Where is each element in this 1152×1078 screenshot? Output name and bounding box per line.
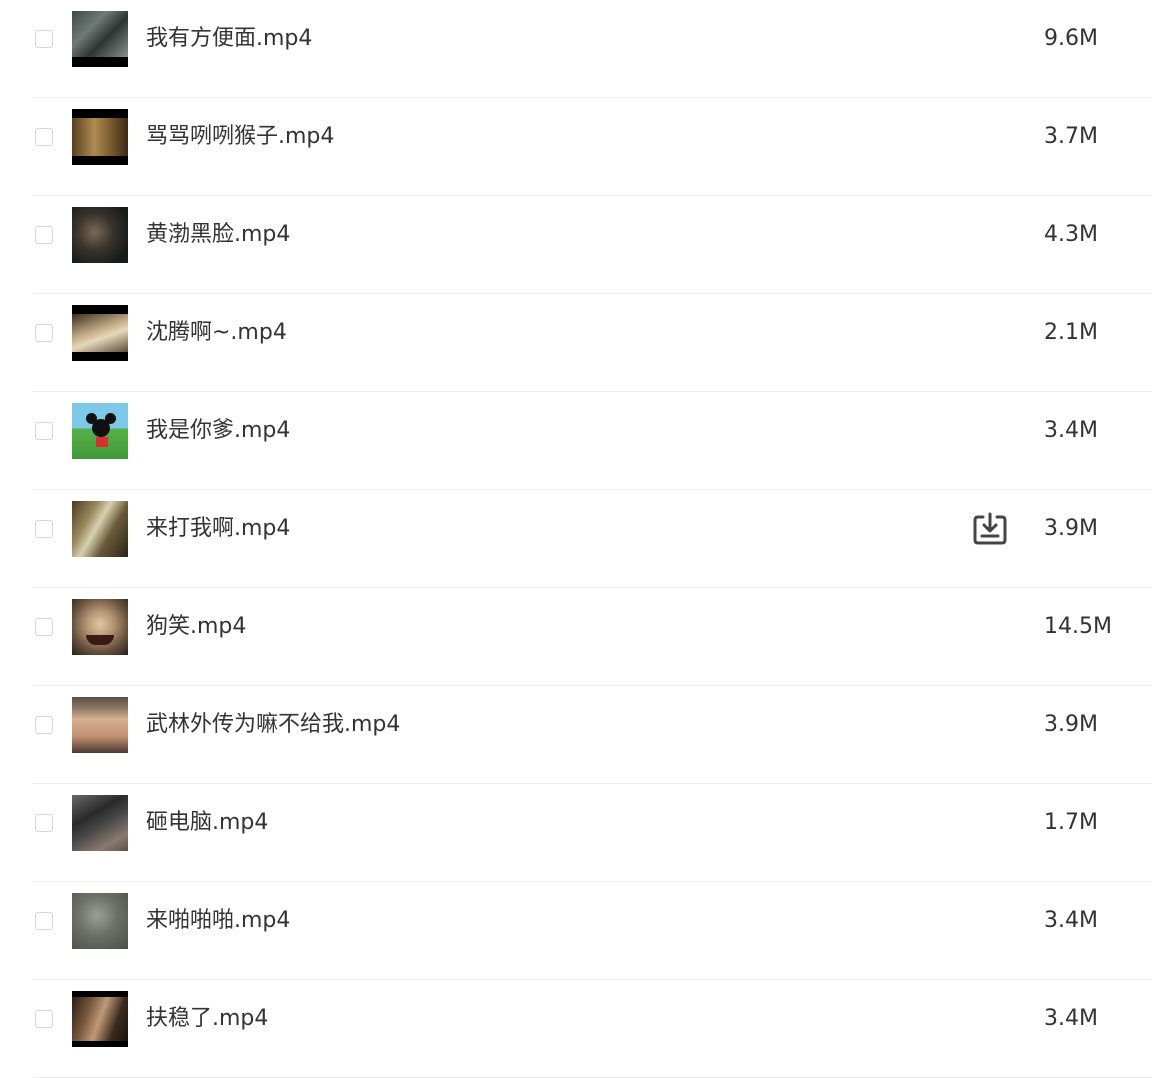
file-row[interactable]: 我有方便面.mp4 9.6M: [0, 0, 1152, 98]
file-size: 4.3M: [1044, 222, 1098, 247]
select-checkbox[interactable]: [35, 814, 53, 832]
file-name[interactable]: 沈腾啊~.mp4: [146, 318, 287, 348]
select-checkbox[interactable]: [35, 618, 53, 636]
file-name[interactable]: 武林外传为嘛不给我.mp4: [146, 710, 400, 740]
video-thumbnail[interactable]: [72, 599, 128, 655]
file-size: 2.1M: [1044, 320, 1098, 345]
file-name[interactable]: 狗笑.mp4: [146, 612, 246, 642]
file-name[interactable]: 骂骂咧咧猴子.mp4: [146, 122, 334, 152]
file-size: 1.7M: [1044, 810, 1098, 835]
file-name[interactable]: 我是你爹.mp4: [146, 416, 290, 446]
file-row[interactable]: 沈腾啊~.mp4 2.1M: [0, 294, 1152, 392]
video-thumbnail[interactable]: [72, 305, 128, 361]
file-size: 9.6M: [1044, 26, 1098, 51]
select-checkbox[interactable]: [35, 520, 53, 538]
file-name[interactable]: 我有方便面.mp4: [146, 24, 312, 54]
file-row[interactable]: 扶稳了.mp4 3.4M: [0, 980, 1152, 1078]
file-name[interactable]: 扶稳了.mp4: [146, 1004, 268, 1034]
file-row[interactable]: 来啪啪啪.mp4 3.4M: [0, 882, 1152, 980]
file-row[interactable]: 武林外传为嘛不给我.mp4 3.9M: [0, 686, 1152, 784]
video-thumbnail[interactable]: [72, 109, 128, 165]
file-size: 3.9M: [1044, 516, 1098, 541]
video-thumbnail[interactable]: [72, 795, 128, 851]
file-size: 3.9M: [1044, 712, 1098, 737]
file-size: 3.7M: [1044, 124, 1098, 149]
select-checkbox[interactable]: [35, 226, 53, 244]
video-thumbnail[interactable]: [72, 893, 128, 949]
file-size: 3.4M: [1044, 908, 1098, 933]
file-name[interactable]: 来啪啪啪.mp4: [146, 906, 290, 936]
file-size: 3.4M: [1044, 418, 1098, 443]
file-row[interactable]: 狗笑.mp4 14.5M: [0, 588, 1152, 686]
video-thumbnail[interactable]: [72, 697, 128, 753]
select-checkbox[interactable]: [35, 422, 53, 440]
file-name[interactable]: 黄渤黑脸.mp4: [146, 220, 290, 250]
file-size: 3.4M: [1044, 1006, 1098, 1031]
video-thumbnail[interactable]: [72, 991, 128, 1047]
file-size: 14.5M: [1044, 614, 1112, 639]
video-thumbnail[interactable]: [72, 403, 128, 459]
file-name[interactable]: 砸电脑.mp4: [146, 808, 268, 838]
file-row[interactable]: 砸电脑.mp4 1.7M: [0, 784, 1152, 882]
file-row[interactable]: 来打我啊.mp4 3.9M: [0, 490, 1152, 588]
select-checkbox[interactable]: [35, 716, 53, 734]
file-list: 我有方便面.mp4 9.6M 骂骂咧咧猴子.mp4 3.7M 黄渤黑脸.mp4 …: [0, 0, 1152, 1078]
select-checkbox[interactable]: [35, 912, 53, 930]
video-thumbnail[interactable]: [72, 11, 128, 67]
select-checkbox[interactable]: [35, 324, 53, 342]
video-thumbnail[interactable]: [72, 207, 128, 263]
file-row[interactable]: 我是你爹.mp4 3.4M: [0, 392, 1152, 490]
file-name[interactable]: 来打我啊.mp4: [146, 514, 290, 544]
file-row[interactable]: 骂骂咧咧猴子.mp4 3.7M: [0, 98, 1152, 196]
video-thumbnail[interactable]: [72, 501, 128, 557]
select-checkbox[interactable]: [35, 30, 53, 48]
download-icon[interactable]: [972, 511, 1008, 547]
file-row[interactable]: 黄渤黑脸.mp4 4.3M: [0, 196, 1152, 294]
select-checkbox[interactable]: [35, 128, 53, 146]
select-checkbox[interactable]: [35, 1010, 53, 1028]
